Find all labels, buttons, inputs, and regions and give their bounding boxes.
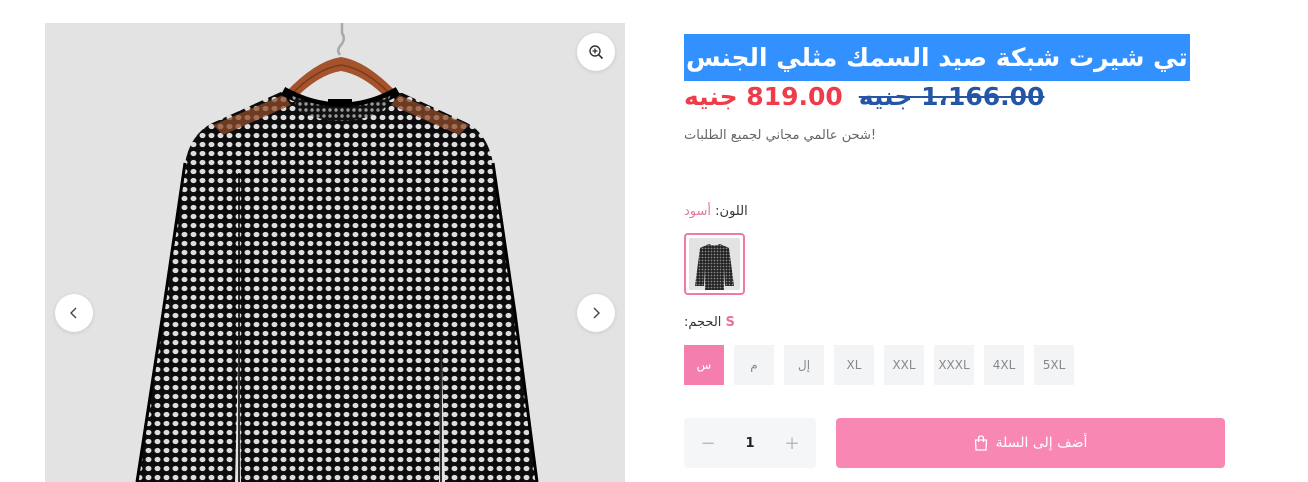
sale-price: 819.00 جنيه: [684, 81, 843, 111]
quantity-increase-button[interactable]: +: [782, 433, 802, 454]
original-price: 1،166.00 جنيه: [858, 81, 1045, 111]
size-label: :الحجم S: [684, 315, 735, 330]
color-label: اللون: أسود: [684, 204, 748, 219]
shipping-note: شحن عالمي مجاني لجميع الطلبات!: [684, 128, 877, 143]
price-row: 819.00 جنيه 1،166.00 جنيه: [684, 80, 1044, 112]
previous-image-button[interactable]: [55, 294, 93, 332]
next-image-button[interactable]: [577, 294, 615, 332]
swatch-image: [689, 238, 740, 290]
size-option[interactable]: م: [734, 345, 774, 385]
size-option[interactable]: XL: [834, 345, 874, 385]
add-to-cart-button[interactable]: أضف إلى السلة: [836, 418, 1225, 468]
size-options: س م إل XL XXL XXXL 4XL 5XL: [684, 345, 1074, 385]
size-option[interactable]: 5XL: [1034, 345, 1074, 385]
shopping-bag-icon: [974, 435, 987, 451]
product-image: [45, 23, 625, 482]
quantity-stepper: − +: [684, 418, 816, 468]
product-gallery: [45, 23, 625, 482]
color-label-text: اللون:: [715, 204, 748, 219]
size-option[interactable]: 4XL: [984, 345, 1024, 385]
size-label-text: :الحجم: [684, 315, 722, 330]
swatch-thumbnail: [689, 238, 740, 290]
size-option[interactable]: XXXL: [934, 345, 974, 385]
color-value: أسود: [684, 204, 712, 219]
size-value: S: [725, 315, 735, 330]
color-swatch-black[interactable]: [684, 233, 745, 295]
quantity-input[interactable]: [730, 435, 770, 451]
product-info: تي شيرت شبكة صيد السمك مثلي الجنس 819.00…: [684, 0, 1244, 482]
zoom-button[interactable]: [577, 33, 615, 71]
product-title: تي شيرت شبكة صيد السمك مثلي الجنس: [684, 34, 1190, 81]
add-to-cart-label: أضف إلى السلة: [995, 435, 1088, 451]
chevron-right-icon: [593, 307, 600, 319]
zoom-in-icon: [589, 45, 604, 60]
size-option[interactable]: إل: [784, 345, 824, 385]
quantity-decrease-button[interactable]: −: [698, 433, 718, 454]
size-option[interactable]: س: [684, 345, 724, 385]
size-option[interactable]: XXL: [884, 345, 924, 385]
chevron-left-icon: [70, 307, 77, 319]
